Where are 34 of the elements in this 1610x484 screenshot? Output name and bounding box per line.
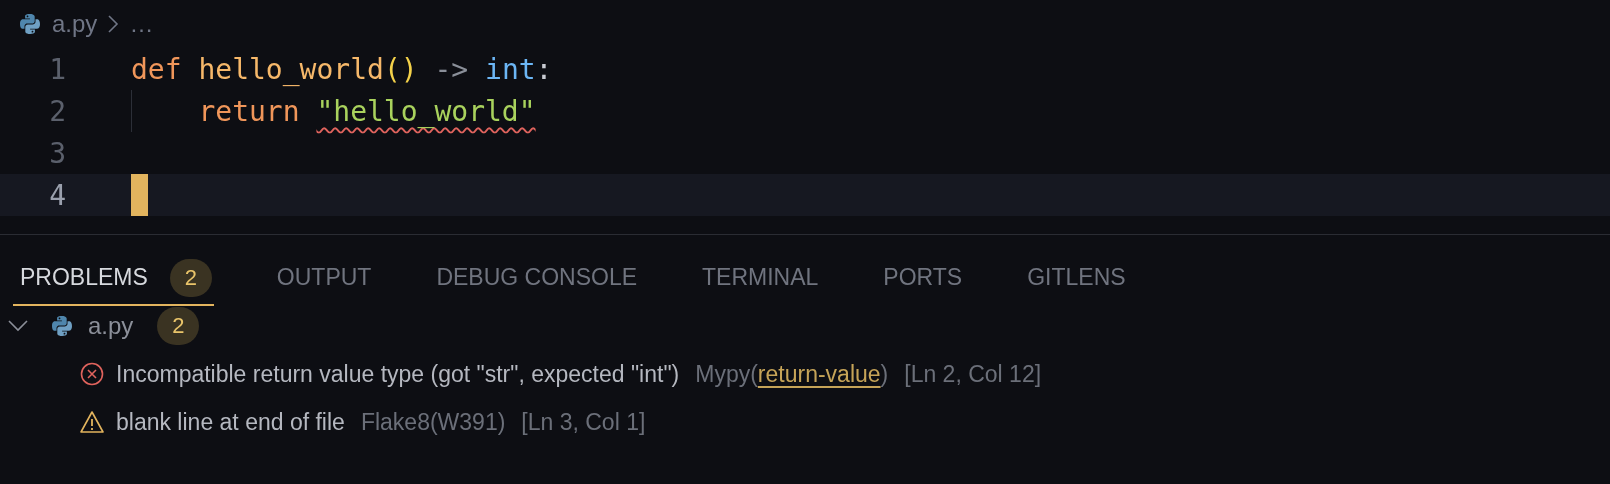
code-token: hello_world bbox=[198, 52, 384, 86]
error-squiggle-token: "hello_world" bbox=[316, 94, 536, 128]
line-number: 1 bbox=[48, 52, 66, 86]
panel-tab[interactable]: PORTS bbox=[876, 251, 965, 306]
code-token: return bbox=[197, 94, 301, 128]
breadcrumb-more[interactable]: … bbox=[129, 10, 154, 38]
file-name: a.py bbox=[88, 312, 134, 340]
problem-source: Mypy(return-value) bbox=[695, 360, 889, 388]
count-badge: 2 bbox=[169, 258, 212, 297]
code-token: () bbox=[383, 52, 418, 86]
code-token: : bbox=[535, 52, 553, 86]
breadcrumb-file[interactable]: a.py bbox=[52, 10, 98, 38]
line-number: 2 bbox=[48, 94, 66, 128]
panel-tab[interactable]: PROBLEMS 2 bbox=[13, 251, 214, 306]
code-token: int bbox=[484, 52, 536, 86]
problem-message[interactable]: blank line at end of file bbox=[116, 408, 345, 436]
rule-link[interactable]: return-value bbox=[757, 360, 881, 387]
python-icon bbox=[50, 314, 74, 338]
code-token: -> bbox=[433, 52, 469, 86]
panel-tab[interactable]: TERMINAL bbox=[695, 251, 821, 306]
problem-source: Flake8(W391) bbox=[360, 408, 506, 436]
problem-location: [Ln 2, Col 12] bbox=[904, 360, 1042, 388]
panel-tab[interactable]: GITLENS bbox=[1020, 251, 1128, 306]
panel-tab[interactable]: OUTPUT bbox=[269, 251, 374, 306]
problem-message[interactable]: Incompatible return value type (got "str", expected "int") bbox=[116, 360, 680, 388]
panel-tab[interactable]: DEBUG CONSOLE bbox=[429, 251, 640, 306]
line-number: 3 bbox=[48, 136, 66, 170]
chevron-down-icon[interactable] bbox=[8, 320, 28, 332]
problem-location: [Ln 3, Col 1] bbox=[521, 408, 646, 436]
chevron-right-icon bbox=[107, 14, 120, 34]
python-icon bbox=[18, 12, 42, 36]
count-badge: 2 bbox=[157, 307, 200, 345]
code-token: def bbox=[131, 52, 183, 86]
line-number: 4 bbox=[48, 178, 66, 212]
